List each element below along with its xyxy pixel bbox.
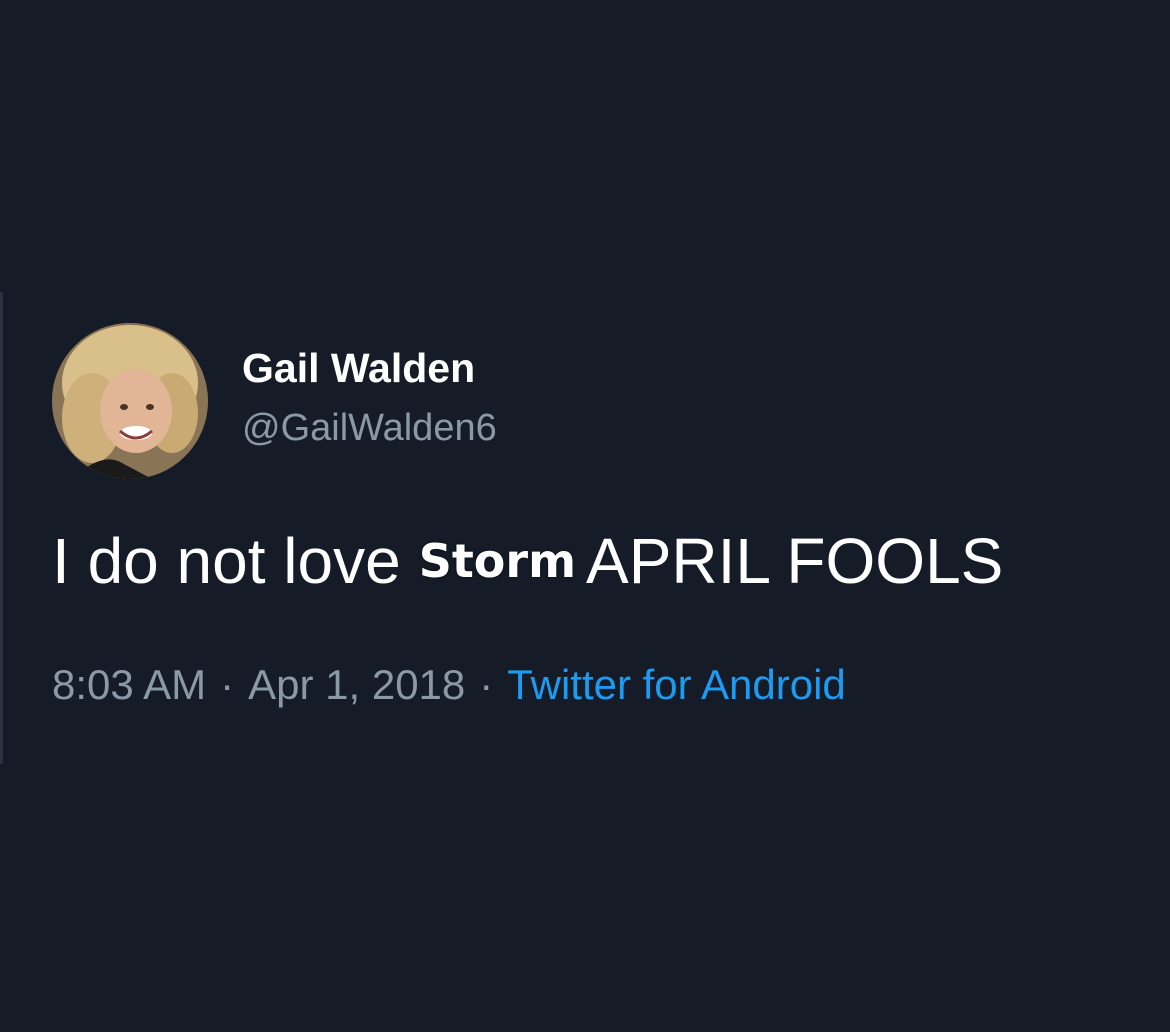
tweet-text-after: APRIL FOOLS	[586, 525, 1004, 597]
meta-separator: ·	[220, 661, 235, 708]
author-name[interactable]: Gail Walden	[242, 345, 475, 392]
avatar-photo	[52, 323, 208, 479]
tweet-text: I do not love Storm APRIL FOOLS	[52, 524, 1003, 598]
author-handle[interactable]: @GailWalden6	[242, 407, 497, 450]
tweet-source-link[interactable]: Twitter for Android	[507, 661, 845, 709]
tweet-time[interactable]: 8:03 AM	[52, 661, 206, 709]
overlay-word: Storm	[418, 534, 577, 588]
avatar[interactable]	[52, 323, 208, 479]
meta-separator: ·	[479, 661, 494, 708]
tweet-meta: 8:03 AM · Apr 1, 2018 · Twitter for Andr…	[52, 661, 846, 709]
tweet-date[interactable]: Apr 1, 2018	[248, 661, 465, 709]
tweet-text-before: I do not love	[52, 525, 401, 597]
